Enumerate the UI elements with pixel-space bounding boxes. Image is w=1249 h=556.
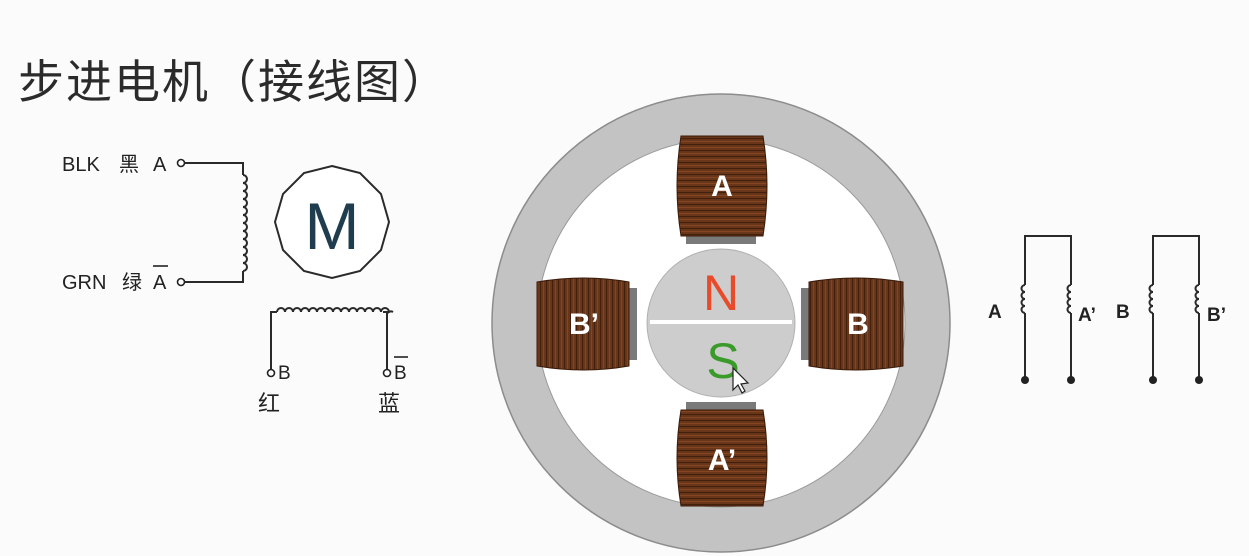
coil-left: B’ <box>536 277 630 371</box>
schematic-coil-b <box>1148 284 1154 314</box>
terminal-blu-b-bar: B 蓝 <box>378 356 408 417</box>
pole-shoe-right <box>801 288 809 360</box>
schematic-a-terminal <box>1021 376 1029 384</box>
terminal-red-phase: B <box>278 363 291 384</box>
motor-symbol-letter: M <box>305 189 360 263</box>
motor-cross-section: A A’ B’ B N S <box>491 93 951 553</box>
terminal-blk-a: BLK 黑 A <box>62 152 186 176</box>
terminal-blk-color: 黑 <box>119 152 139 176</box>
coil-top: A <box>676 135 768 237</box>
terminal-blu-dot <box>382 368 392 378</box>
schematic-label-b-prime: B’ <box>1207 305 1226 326</box>
coil-schematic: A A’ B B’ <box>988 235 1226 384</box>
terminal-red-color: 红 <box>258 392 280 417</box>
rotor: N S <box>646 248 796 398</box>
schematic-label-a-prime: A’ <box>1078 305 1096 326</box>
rotor-north-label: N <box>703 265 739 321</box>
schematic-a-prime-terminal <box>1067 376 1075 384</box>
schematic-b-top-loop <box>1152 235 1200 285</box>
slide: 步进电机（接线图） BLK 黑 A GRN 绿 A M B 红 B 蓝 A A’… <box>0 0 1249 556</box>
coil-bottom: A’ <box>676 409 768 507</box>
terminal-grn-a-bar: GRN 绿 A <box>62 265 186 294</box>
schematic-coil-a <box>1020 284 1026 314</box>
schematic-label-b: B <box>1116 302 1130 323</box>
terminal-grn-phase: A <box>153 272 167 294</box>
coil-b-winding <box>276 307 394 314</box>
coil-right-label: B <box>847 308 869 341</box>
terminal-red-b: B 红 <box>258 363 291 417</box>
coil-a-lead-bottom <box>185 271 244 283</box>
coil-a-winding <box>242 174 248 272</box>
schematic-coil-b-prime <box>1194 284 1200 314</box>
schematic-label-a: A <box>988 302 1002 323</box>
terminal-grn-code: GRN <box>62 272 106 294</box>
coil-b-lead-right <box>383 311 388 370</box>
terminal-red-dot <box>266 368 276 378</box>
terminal-blk-code: BLK <box>62 154 100 176</box>
terminal-grn-color: 绿 <box>122 270 142 294</box>
schematic-b-prime-terminal <box>1195 376 1203 384</box>
diagram-canvas: BLK 黑 A GRN 绿 A M B 红 B 蓝 A A’ B’ B N S … <box>62 93 1226 553</box>
terminal-blu-phase: B <box>394 363 407 384</box>
pole-shoe-top <box>686 236 756 244</box>
wiring-diagram: BLK 黑 A GRN 绿 A M B 红 B 蓝 <box>62 152 408 417</box>
coil-right: B <box>808 277 904 371</box>
coil-left-label: B’ <box>569 308 599 341</box>
terminal-blu-color: 蓝 <box>378 392 400 417</box>
coil-top-label: A <box>711 170 733 203</box>
schematic-a-top-loop <box>1024 235 1072 285</box>
pole-shoe-left <box>629 288 637 360</box>
terminal-blk-dot <box>176 158 186 168</box>
schematic-b-terminal <box>1149 376 1157 384</box>
pole-shoe-bottom <box>686 402 756 410</box>
motor-symbol: M <box>273 164 391 280</box>
coil-bottom-label: A’ <box>708 444 736 477</box>
coil-a-lead-top <box>185 162 244 175</box>
schematic-coil-a-prime <box>1066 284 1072 314</box>
coil-b-lead-left <box>270 311 277 370</box>
terminal-blk-phase: A <box>153 154 167 176</box>
terminal-grn-dot <box>176 277 186 287</box>
